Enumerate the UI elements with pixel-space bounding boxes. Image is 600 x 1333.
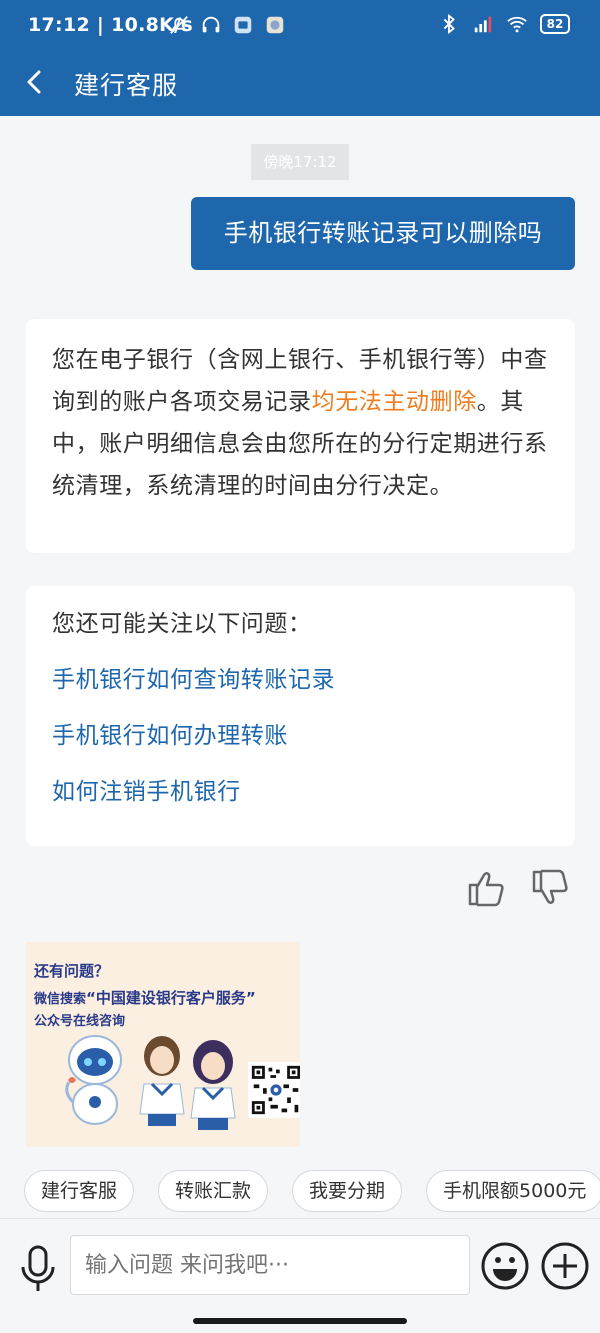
- related-heading: 您还可能关注以下问题：: [52, 611, 312, 637]
- qr-code: [248, 1062, 300, 1118]
- question-input[interactable]: [70, 1235, 470, 1295]
- robot-mascot-illustration: [65, 1035, 122, 1125]
- status-icons-left: [168, 14, 286, 36]
- user-message-bubble: 手机银行转账记录可以删除吗: [191, 197, 575, 270]
- chip-installment[interactable]: 我要分期: [292, 1170, 403, 1212]
- thumbs-down-icon[interactable]: [530, 866, 574, 910]
- related-questions-card: 您还可能关注以下问题： 手机银行如何查询转账记录 手机银行如何办理转账 如何注销…: [26, 586, 575, 846]
- chip-limit[interactable]: 手机限额5000元: [426, 1170, 600, 1212]
- promo-subtitle: 公众号在线咨询: [34, 1014, 126, 1029]
- app-notification-icon: [234, 16, 252, 34]
- answer-text: 您在电子银行（含网上银行、手机银行等）中查询到的账户各项交易记录均无法主动删除。…: [52, 347, 548, 499]
- thumbs-up-icon[interactable]: [466, 866, 510, 910]
- bluetooth-icon: [443, 13, 455, 35]
- status-icons-right: 82: [438, 13, 570, 35]
- silent-icon: [170, 16, 188, 34]
- home-indicator[interactable]: [193, 1318, 407, 1324]
- related-question-link[interactable]: 手机银行如何办理转账: [52, 718, 549, 754]
- app-notification-icon-2: [266, 16, 284, 34]
- quick-reply-chips: 建行客服 转账汇款 我要分期 手机限额5000元: [24, 1170, 600, 1212]
- chip-transfer[interactable]: 转账汇款: [158, 1170, 269, 1212]
- answer-highlight: 均无法主动删除: [311, 389, 477, 415]
- wifi-icon: [507, 16, 527, 33]
- promo-search-hint: 微信搜索“中国建设银行客户服务”: [34, 989, 256, 1007]
- staff-illustration-2: [190, 1040, 236, 1130]
- headset-icon: [202, 16, 220, 33]
- plus-icon[interactable]: [540, 1241, 590, 1291]
- related-question-link[interactable]: 如何注销手机银行: [52, 774, 549, 810]
- nav-bar: 建行客服: [0, 50, 600, 116]
- emoji-icon[interactable]: [480, 1241, 530, 1291]
- page-title: 建行客服: [74, 71, 179, 100]
- microphone-icon[interactable]: [18, 1243, 58, 1295]
- related-question-link[interactable]: 手机银行如何查询转账记录: [52, 662, 549, 698]
- message-timestamp: 傍晚17:12: [251, 144, 349, 180]
- staff-illustration-1: [139, 1036, 185, 1126]
- promo-title: 还有问题？: [34, 962, 110, 980]
- battery-icon: 82: [540, 14, 570, 34]
- back-icon[interactable]: [18, 64, 54, 100]
- bot-answer-card: 您在电子银行（含网上银行、手机银行等）中查询到的账户各项交易记录均无法主动删除。…: [26, 319, 575, 553]
- signal-icon: [474, 16, 492, 33]
- status-bar: 17:12 | 10.8K/s 82: [0, 0, 600, 50]
- chip-ccb-service[interactable]: 建行客服: [24, 1170, 135, 1212]
- input-bar: [0, 1218, 600, 1333]
- promo-banner[interactable]: 还有问题？ 微信搜索“中国建设银行客户服务” 公众号在线咨询: [26, 942, 300, 1147]
